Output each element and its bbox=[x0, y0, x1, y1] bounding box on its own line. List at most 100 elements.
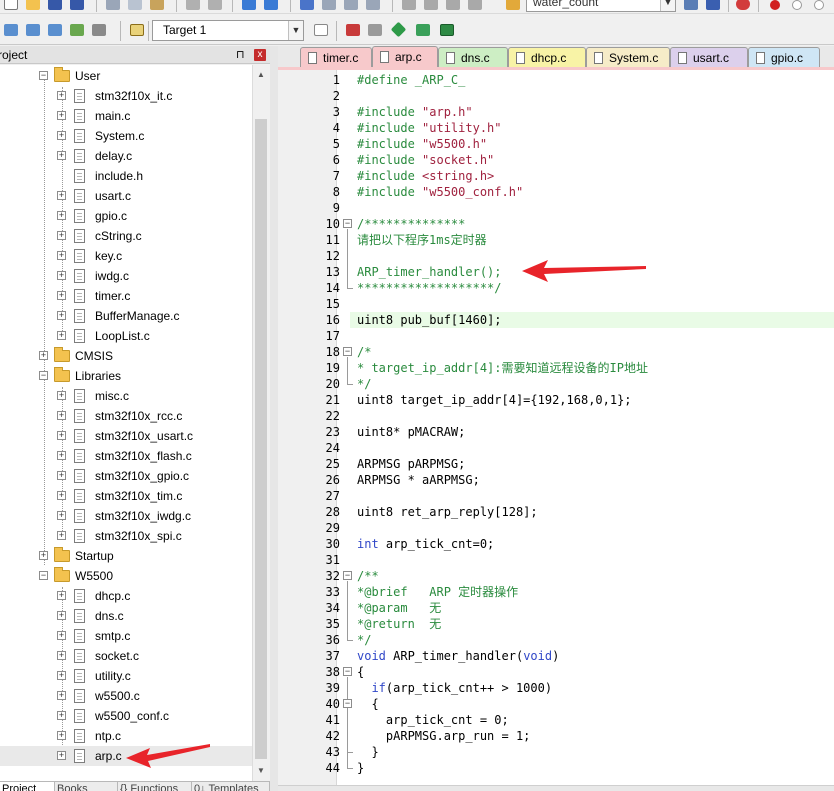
chevron-down-icon[interactable]: ▼ bbox=[288, 21, 303, 40]
find-combo[interactable]: water_count ▼ bbox=[526, 0, 676, 12]
expand-icon[interactable]: + bbox=[57, 211, 66, 220]
manage-project-items-icon[interactable] bbox=[344, 22, 362, 38]
expand-icon[interactable]: + bbox=[57, 531, 66, 540]
collapse-icon[interactable]: − bbox=[39, 371, 48, 380]
editor-tab[interactable]: gpio.c bbox=[748, 47, 820, 68]
expand-icon[interactable]: + bbox=[57, 111, 66, 120]
undo-icon[interactable] bbox=[184, 0, 202, 12]
tree-file[interactable]: + timer.c bbox=[0, 286, 252, 306]
code-line[interactable]: *@param 无 bbox=[357, 600, 441, 616]
incremental-find-icon[interactable] bbox=[682, 0, 700, 12]
nav-forward-icon[interactable] bbox=[262, 0, 280, 12]
expand-icon[interactable]: + bbox=[57, 691, 66, 700]
panel-splitter[interactable] bbox=[270, 46, 278, 791]
expand-icon[interactable]: + bbox=[39, 351, 48, 360]
unindent-icon[interactable] bbox=[422, 0, 440, 12]
expand-icon[interactable]: + bbox=[57, 711, 66, 720]
code-line[interactable]: #include "w5500.h" bbox=[357, 136, 487, 152]
stop-build-icon[interactable] bbox=[90, 22, 108, 38]
manage-runtime-env-icon[interactable] bbox=[438, 22, 456, 38]
code-line[interactable]: *@brief ARP 定时器操作 bbox=[357, 584, 518, 600]
tree-file[interactable]: + LoopList.c bbox=[0, 326, 252, 346]
code-line[interactable]: uint8 target_ip_addr[4]={192,168,0,1}; bbox=[357, 392, 632, 408]
tree-folder[interactable]: − User bbox=[0, 66, 252, 86]
expand-icon[interactable]: + bbox=[57, 391, 66, 400]
select-software-packs-icon[interactable] bbox=[390, 21, 408, 38]
editor-tab[interactable]: usart.c bbox=[670, 47, 748, 68]
save-icon[interactable] bbox=[46, 0, 64, 12]
editor-horizontal-scrollbar[interactable] bbox=[278, 785, 834, 791]
tree-file[interactable]: + socket.c bbox=[0, 646, 252, 666]
code-line[interactable]: #define _ARP_C_ bbox=[357, 72, 465, 88]
expand-icon[interactable]: + bbox=[57, 471, 66, 480]
panel-tab[interactable]: Project bbox=[0, 782, 55, 791]
expand-icon[interactable]: + bbox=[57, 511, 66, 520]
fold-collapse-icon[interactable]: − bbox=[343, 667, 352, 676]
find-icon[interactable] bbox=[704, 0, 722, 12]
expand-icon[interactable]: + bbox=[57, 311, 66, 320]
expand-icon[interactable]: + bbox=[57, 631, 66, 640]
target-options-icon[interactable] bbox=[312, 22, 330, 38]
tree-folder[interactable]: + CMSIS bbox=[0, 346, 252, 366]
tree-file[interactable]: + utility.c bbox=[0, 666, 252, 686]
clear-bookmarks-icon[interactable] bbox=[364, 0, 382, 12]
fold-collapse-icon[interactable]: − bbox=[343, 571, 352, 580]
tree-file[interactable]: + ntp.c bbox=[0, 726, 252, 746]
copy-icon[interactable] bbox=[126, 0, 144, 12]
tree-scrollbar[interactable]: ▲ ▼ bbox=[252, 65, 269, 781]
tree-file[interactable]: + dns.c bbox=[0, 606, 252, 626]
tree-file[interactable]: + usart.c bbox=[0, 186, 252, 206]
code-line[interactable]: *******************/ bbox=[357, 280, 502, 296]
tree-file[interactable]: + arp.c bbox=[0, 746, 252, 766]
fold-collapse-icon[interactable]: − bbox=[343, 347, 352, 356]
tree-file[interactable]: include.h bbox=[0, 166, 252, 186]
expand-icon[interactable]: + bbox=[57, 271, 66, 280]
expand-icon[interactable]: + bbox=[57, 451, 66, 460]
panel-tab[interactable]: 0↓ Templates bbox=[192, 782, 270, 791]
expand-icon[interactable]: + bbox=[57, 151, 66, 160]
close-icon[interactable]: x bbox=[254, 49, 266, 61]
indent-icon[interactable] bbox=[400, 0, 418, 12]
editor-tab[interactable]: timer.c bbox=[300, 47, 372, 68]
tree-file[interactable]: + delay.c bbox=[0, 146, 252, 166]
expand-icon[interactable]: + bbox=[57, 611, 66, 620]
save-all-icon[interactable] bbox=[68, 0, 86, 12]
rebuild-icon[interactable] bbox=[46, 22, 64, 38]
editor-tab[interactable]: arp.c bbox=[372, 46, 438, 68]
build-icon[interactable] bbox=[24, 22, 42, 38]
expand-icon[interactable]: + bbox=[57, 651, 66, 660]
find-in-files-icon[interactable] bbox=[504, 0, 522, 12]
editor-tab[interactable]: System.c bbox=[586, 47, 670, 68]
code-line[interactable]: pARPMSG.arp_run = 1; bbox=[357, 728, 531, 744]
tree-file[interactable]: + stm32f10x_gpio.c bbox=[0, 466, 252, 486]
expand-icon[interactable]: + bbox=[57, 751, 66, 760]
disable-breakpoint-icon[interactable] bbox=[788, 0, 806, 12]
expand-icon[interactable]: + bbox=[57, 331, 66, 340]
code-line[interactable]: } bbox=[357, 744, 378, 760]
expand-icon[interactable]: + bbox=[57, 671, 66, 680]
expand-icon[interactable]: + bbox=[57, 191, 66, 200]
expand-icon[interactable]: + bbox=[57, 591, 66, 600]
pack-installer-icon[interactable] bbox=[414, 22, 432, 38]
expand-icon[interactable]: + bbox=[57, 431, 66, 440]
translate-icon[interactable] bbox=[2, 22, 20, 38]
tree-file[interactable]: + w5500.c bbox=[0, 686, 252, 706]
expand-icon[interactable]: + bbox=[57, 251, 66, 260]
panel-tab[interactable]: {} Functions bbox=[118, 782, 192, 791]
code-line[interactable]: ARPMSG pARPMSG; bbox=[357, 456, 465, 472]
code-line[interactable]: * target_ip_addr[4]:需要知道远程设备的IP地址 bbox=[357, 360, 648, 376]
code-line[interactable]: #include "w5500_conf.h" bbox=[357, 184, 523, 200]
open-folder-icon[interactable] bbox=[24, 0, 42, 12]
tree-folder[interactable]: − W5500 bbox=[0, 566, 252, 586]
tree-file[interactable]: + stm32f10x_spi.c bbox=[0, 526, 252, 546]
editor-tab[interactable]: dhcp.c bbox=[508, 47, 586, 68]
nav-back-icon[interactable] bbox=[240, 0, 258, 12]
expand-icon[interactable]: + bbox=[57, 411, 66, 420]
next-bookmark-icon[interactable] bbox=[342, 0, 360, 12]
code-line[interactable]: { bbox=[357, 664, 364, 680]
code-line[interactable]: */ bbox=[357, 632, 371, 648]
tree-file[interactable]: + System.c bbox=[0, 126, 252, 146]
tree-file[interactable]: + misc.c bbox=[0, 386, 252, 406]
tree-folder[interactable]: + Startup bbox=[0, 546, 252, 566]
tree-file[interactable]: + BufferManage.c bbox=[0, 306, 252, 326]
